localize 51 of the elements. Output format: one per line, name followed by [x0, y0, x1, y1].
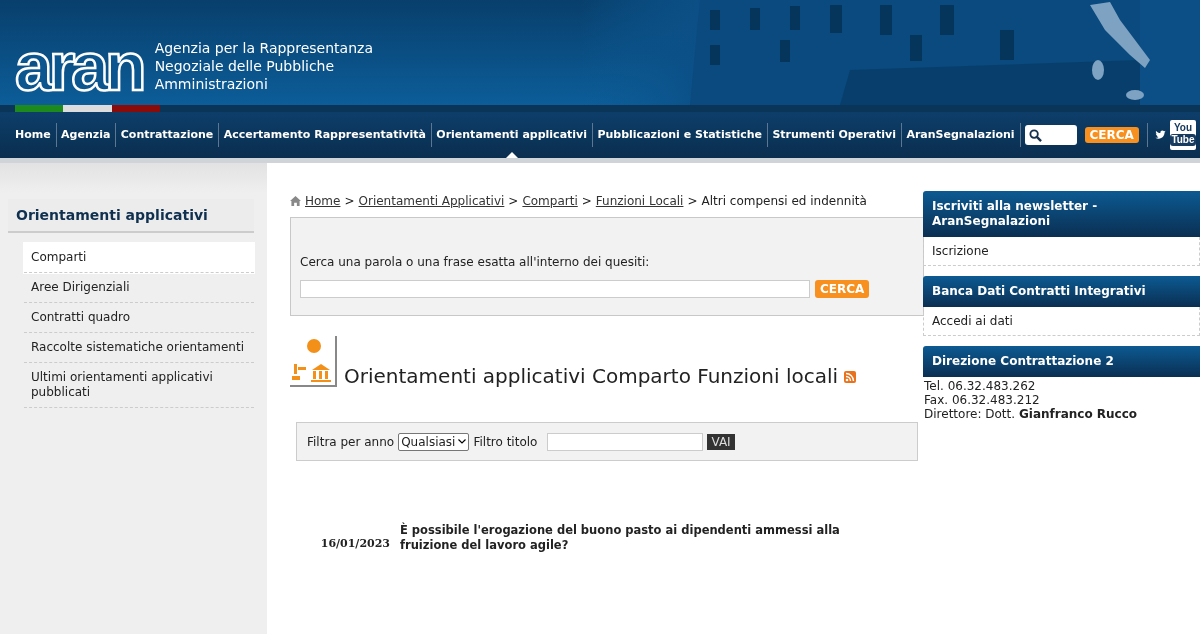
- youtube-icon[interactable]: You Tube: [1170, 120, 1196, 150]
- result-date: 16/01/2023: [320, 536, 390, 550]
- agency-name: Negoziale delle Pubbliche: [154, 56, 336, 75]
- sidebar-item[interactable]: Aree Dirigenziali: [24, 273, 254, 303]
- box-link[interactable]: Iscrizione: [923, 237, 1200, 266]
- search-icon: [1029, 128, 1042, 142]
- home-icon: [290, 196, 301, 206]
- nav-link[interactable]: Contrattazione: [115, 112, 219, 158]
- aran-logo[interactable]: aran: [15, 37, 143, 94]
- agency-name: Amministrazioni: [154, 74, 269, 93]
- emblem-icon: [290, 336, 338, 388]
- page-title: Orientamenti applicativi Comparto Funzioni locali: [344, 364, 839, 388]
- nav-link[interactable]: Home: [10, 112, 56, 158]
- box-header: Direzione Contrattazione 2: [923, 346, 1200, 377]
- filter-label: Filtra per anno: [307, 434, 395, 449]
- breadcrumb-separator: >: [687, 194, 698, 208]
- go-button[interactable]: VAI: [707, 433, 735, 450]
- search-field[interactable]: [1025, 125, 1077, 145]
- sidebar-item[interactable]: Raccolte sistematiche orientamenti: [24, 333, 254, 363]
- nav-link[interactable]: AranSegnalazioni: [901, 112, 1020, 158]
- director-line: Direttore: Dott. Gianfranco Rucco: [924, 407, 1139, 421]
- rss-icon[interactable]: [844, 371, 857, 383]
- agency-name: Agenzia per la Rappresentanza: [154, 38, 373, 57]
- sidebar-item[interactable]: Ultimi orientamenti applicativi pubblicati: [24, 363, 254, 408]
- nav-link[interactable]: Pubblicazioni e Statistiche: [592, 112, 768, 158]
- year-dropdown[interactable]: Qualsiasi: [398, 432, 470, 451]
- search-label: Cerca una parola o una frase esatta all'interno dei quesiti:: [300, 255, 651, 269]
- filter-label: Filtro titolo: [473, 434, 538, 449]
- breadcrumb-separator: >: [344, 194, 355, 208]
- breadcrumb-current: Altri compensi ed indennità: [701, 194, 867, 208]
- box-header: Banca Dati Contratti Integrativi: [923, 276, 1200, 307]
- contact-line: Fax. 06.32.483.212: [924, 393, 1041, 407]
- title-field[interactable]: [547, 432, 704, 451]
- nav-link[interactable]: Accertamento Rappresentatività: [218, 112, 431, 158]
- chevron-icon: [458, 439, 467, 444]
- result-link[interactable]: È possibile l'erogazione del buono pasto ai dipendenti ammessi alla fruizione del lavoro agile?: [400, 523, 900, 553]
- nav-link[interactable]: Agenzia: [56, 112, 116, 158]
- breadcrumb-link[interactable]: Home: [305, 194, 341, 208]
- breadcrumb-separator: >: [581, 194, 592, 208]
- sidebar-item[interactable]: Comparti: [24, 243, 254, 273]
- box-link[interactable]: Accedi ai dati: [923, 307, 1200, 336]
- search-field[interactable]: [300, 280, 810, 298]
- box-header: Iscriviti alla newsletter - AranSegnalazioni: [923, 191, 1200, 237]
- sidebar-item[interactable]: Contratti quadro: [24, 303, 254, 333]
- breadcrumb-separator: >: [508, 194, 519, 208]
- breadcrumb-link[interactable]: Comparti: [522, 194, 578, 208]
- nav-link[interactable]: Orientamenti applicativi: [431, 112, 593, 158]
- breadcrumb-link[interactable]: Orientamenti Applicativi: [358, 194, 505, 208]
- contact-line: Tel. 06.32.483.262: [924, 379, 1037, 393]
- breadcrumb-link[interactable]: Funzioni Locali: [595, 194, 684, 208]
- nav-link[interactable]: Strumenti Operativi: [767, 112, 901, 158]
